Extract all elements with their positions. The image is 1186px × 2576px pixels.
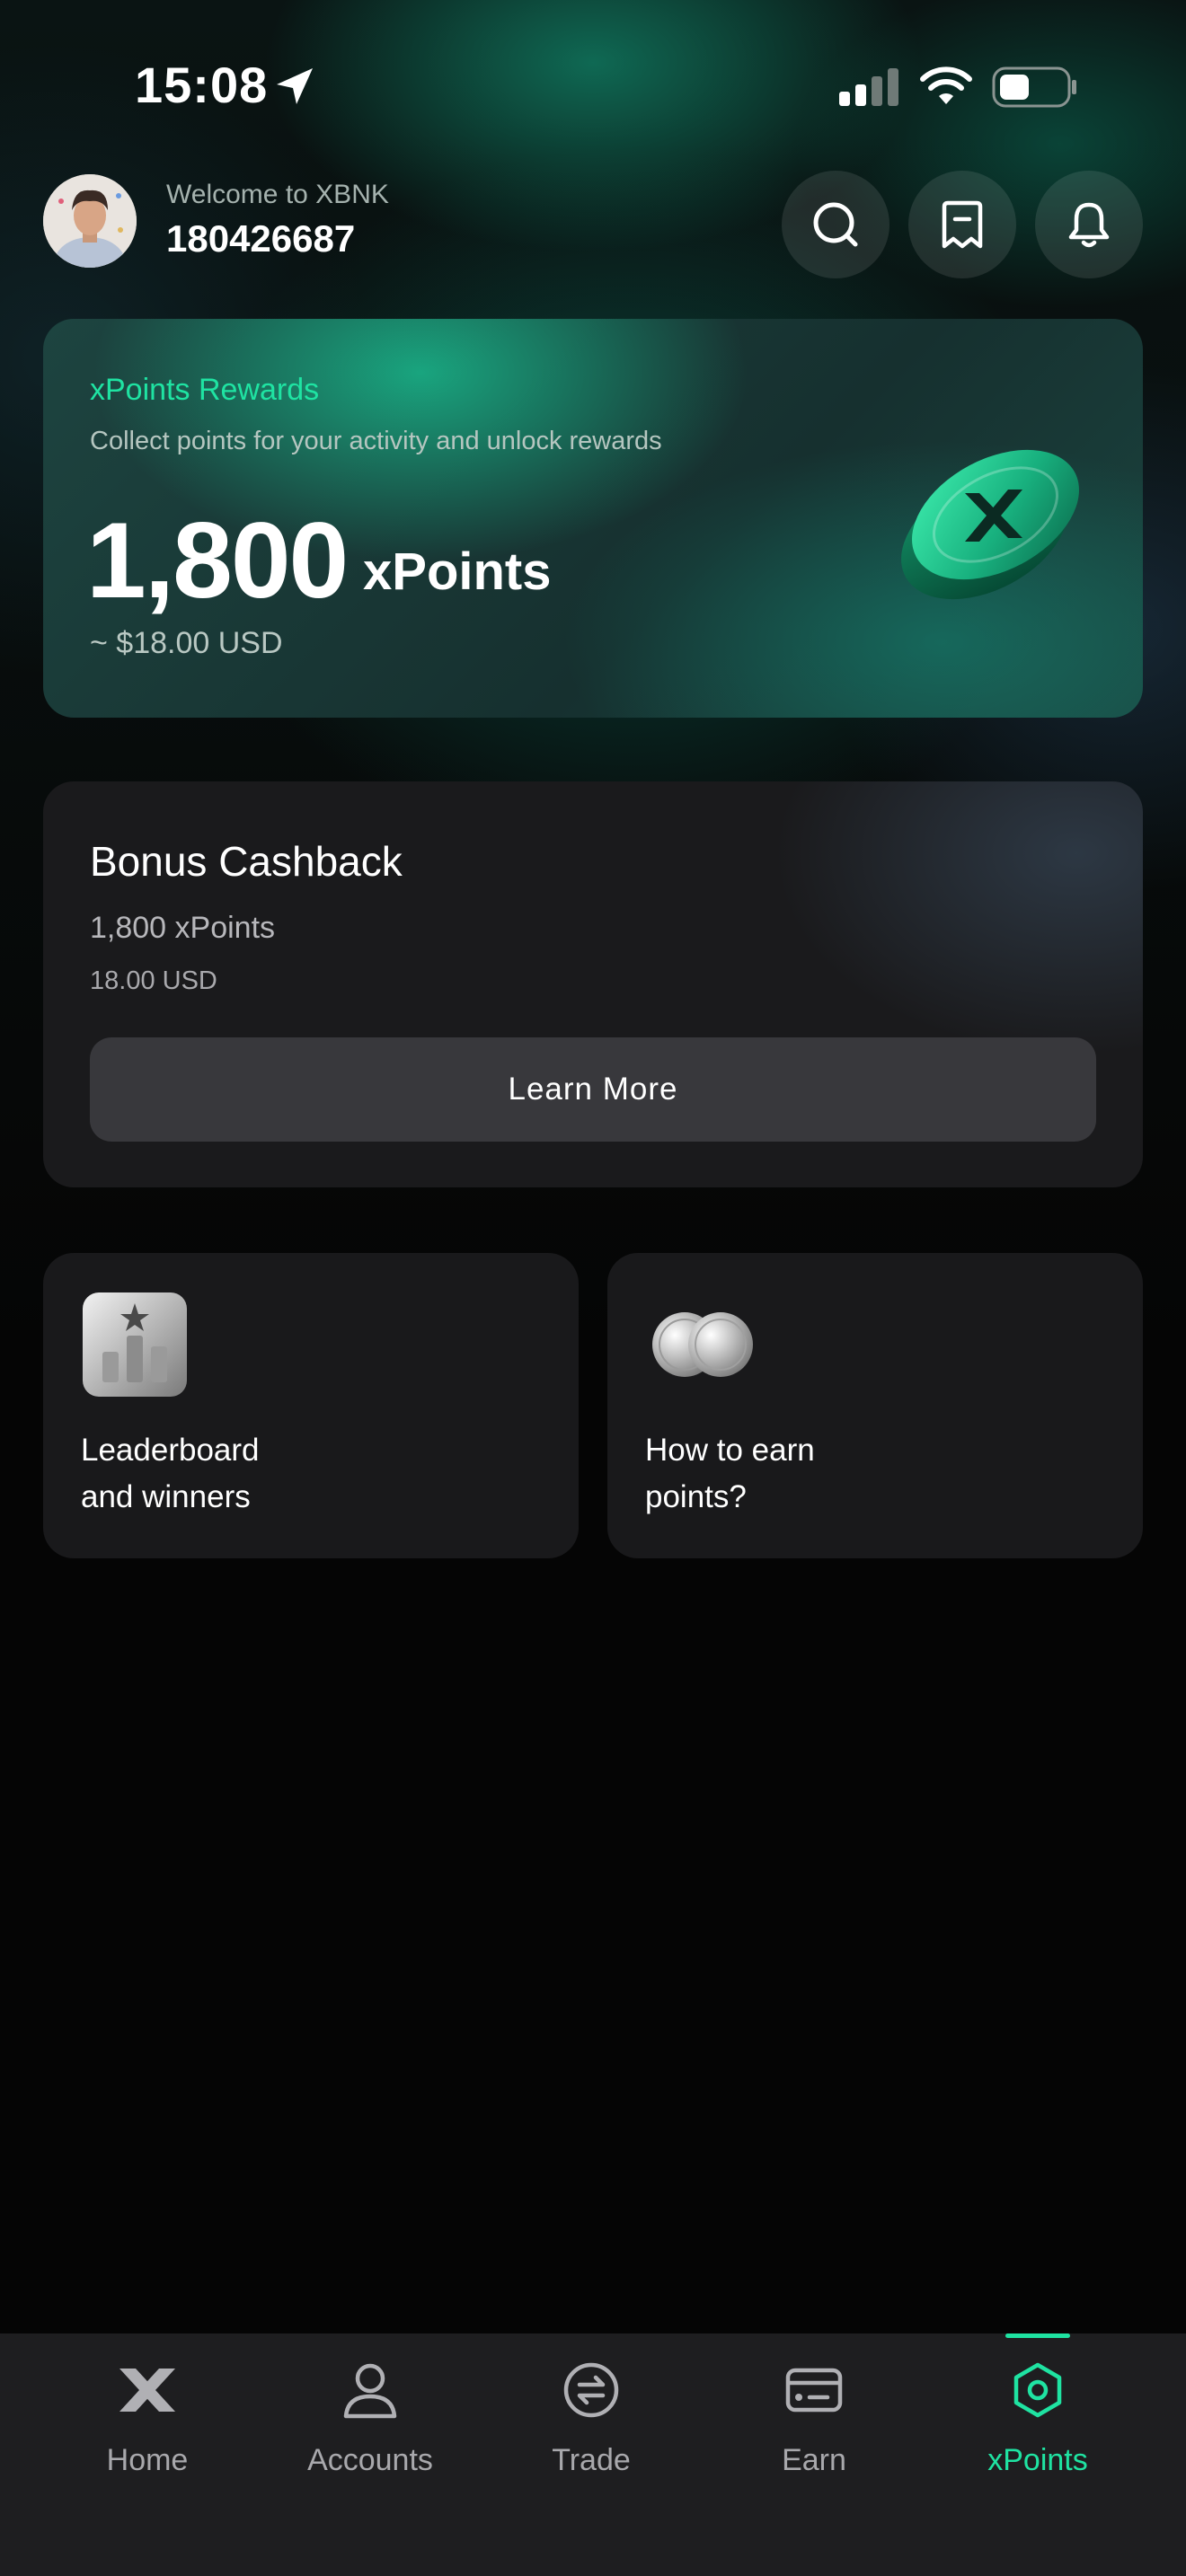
cashback-title: Bonus Cashback xyxy=(90,838,403,885)
leaderboard-title-line2: and winners xyxy=(81,1479,251,1514)
bonus-cashback-card: Bonus Cashback 1,800 xPoints 18.00 USD L… xyxy=(43,781,1143,1187)
nav-label-home: Home xyxy=(106,2443,189,2477)
avatar[interactable] xyxy=(43,174,137,268)
search-icon xyxy=(813,202,858,247)
bottom-nav: Home Accounts Trade Earn xPoints xyxy=(0,2333,1186,2576)
receipt-icon xyxy=(942,200,983,249)
user-id: 180426687 xyxy=(166,217,356,260)
learn-more-button[interactable]: Learn More xyxy=(90,1037,1096,1142)
bell-icon xyxy=(1068,202,1110,248)
cellular-signal-icon xyxy=(839,68,898,106)
coins-icon xyxy=(652,1312,753,1377)
exchange-icon xyxy=(563,2362,619,2418)
leaderboard-icon xyxy=(83,1292,187,1397)
how-to-earn-title-line1: How to earn xyxy=(645,1433,815,1468)
nav-item-earn[interactable]: Earn xyxy=(706,2333,922,2513)
xpoints-coin-icon xyxy=(901,449,1079,600)
rewards-usd-value: ~ $18.00 USD xyxy=(90,626,283,660)
battery-icon xyxy=(992,66,1076,108)
xpoints-rewards-card[interactable]: xPoints Rewards Collect points for your … xyxy=(43,319,1143,718)
nav-label-xpoints: xPoints xyxy=(987,2443,1088,2477)
search-button[interactable] xyxy=(782,171,890,278)
card-icon xyxy=(785,2368,843,2413)
nav-item-xpoints[interactable]: xPoints xyxy=(930,2333,1146,2513)
x-logo-icon xyxy=(119,2369,175,2412)
receipt-button[interactable] xyxy=(908,171,1016,278)
how-to-earn-tile[interactable]: How to earn points? xyxy=(607,1253,1143,1558)
nav-item-home[interactable]: Home xyxy=(40,2333,255,2513)
nav-item-accounts[interactable]: Accounts xyxy=(262,2333,478,2513)
rewards-subtitle: Collect points for your activity and unl… xyxy=(90,427,662,455)
rewards-unit: xPoints xyxy=(363,543,552,601)
notifications-button[interactable] xyxy=(1035,171,1143,278)
welcome-text: Welcome to XBNK xyxy=(166,180,389,209)
nav-label-accounts: Accounts xyxy=(307,2443,433,2477)
wifi-icon xyxy=(920,66,972,104)
nav-label-earn: Earn xyxy=(782,2443,846,2477)
location-arrow-icon xyxy=(277,68,313,104)
hexagon-icon xyxy=(1013,2362,1062,2418)
status-bar: 15:08 xyxy=(0,0,1186,171)
cashback-points: 1,800 xPoints xyxy=(90,911,276,945)
cashback-usd: 18.00 USD xyxy=(90,966,217,995)
rewards-amount: 1,800 xyxy=(86,500,349,621)
rewards-title: xPoints Rewards xyxy=(90,373,320,407)
leaderboard-tile[interactable]: Leaderboard and winners xyxy=(43,1253,579,1558)
nav-item-trade[interactable]: Trade xyxy=(483,2333,699,2513)
avatar-image xyxy=(43,174,137,268)
header: Welcome to XBNK 180426687 xyxy=(0,171,1186,296)
status-time: 15:08 xyxy=(135,57,269,113)
nav-label-trade: Trade xyxy=(552,2443,631,2477)
user-icon xyxy=(343,2363,397,2419)
leaderboard-title-line1: Leaderboard xyxy=(81,1433,260,1468)
how-to-earn-title-line2: points? xyxy=(645,1479,747,1514)
